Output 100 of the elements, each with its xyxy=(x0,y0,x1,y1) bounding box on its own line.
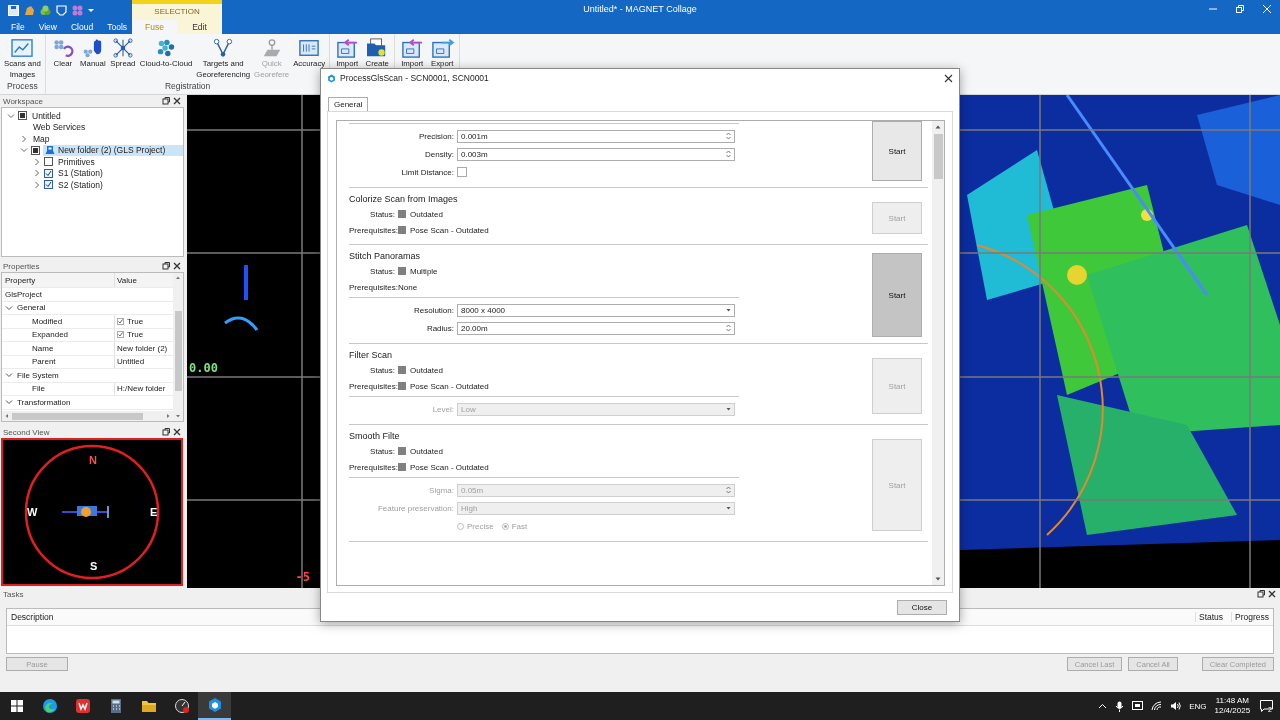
checkbox[interactable] xyxy=(18,111,27,121)
float-icon[interactable] xyxy=(1257,590,1265,598)
column-header: Property xyxy=(2,273,115,287)
checkbox[interactable] xyxy=(44,168,53,178)
property-value: Untitled xyxy=(117,357,145,367)
field-label: Prerequisites: xyxy=(349,381,398,391)
compass-label: E xyxy=(150,506,158,518)
float-icon[interactable] xyxy=(162,262,170,270)
radio-icon xyxy=(457,522,464,530)
field-label: Status: xyxy=(369,446,396,456)
float-icon[interactable] xyxy=(162,97,170,105)
start-button[interactable]: Start xyxy=(872,253,922,337)
tree-item[interactable]: S1 (Station) xyxy=(56,167,183,179)
menu-tab[interactable]: Tools xyxy=(100,20,135,34)
speaker-icon[interactable] xyxy=(1170,701,1182,711)
property-name: Expanded xyxy=(2,328,115,341)
property-name: File xyxy=(2,382,115,395)
checkbox[interactable] xyxy=(31,145,40,155)
message-icon xyxy=(1260,700,1274,712)
scroll-right-icon[interactable] xyxy=(165,413,171,419)
field-label: Prerequisites: xyxy=(349,282,398,292)
close-icon[interactable] xyxy=(1268,590,1276,598)
taskbar-app[interactable] xyxy=(198,692,231,720)
field-label: Prerequisites: xyxy=(349,462,398,472)
status-value: None xyxy=(398,282,418,292)
window-title: Untitled* - MAGNET Collage xyxy=(583,4,697,14)
dialog-tab[interactable]: General xyxy=(328,97,369,111)
caret-icon[interactable] xyxy=(726,308,731,312)
status-value: Multiple xyxy=(410,266,438,276)
checkbox[interactable] xyxy=(44,180,53,190)
category-label: File System xyxy=(17,370,59,380)
menu-tab[interactable]: Cloud xyxy=(64,20,101,34)
tree-item[interactable]: S2 (Station) xyxy=(56,179,183,191)
shape-icon[interactable] xyxy=(24,4,35,16)
clock-time[interactable]: 11:48 AM xyxy=(1215,696,1249,706)
scrollbar-thumb[interactable] xyxy=(12,412,143,420)
category-label: Transformation xyxy=(17,397,71,407)
status-value: Pose Scan - Outdated xyxy=(410,462,489,472)
scroll-up-icon[interactable] xyxy=(934,123,942,131)
column-header: Progress xyxy=(1231,612,1273,622)
tree-item[interactable]: Untitled xyxy=(30,110,183,122)
screen-icon[interactable] xyxy=(1132,701,1144,711)
scroll-down-icon[interactable] xyxy=(934,575,942,583)
scroll-up-icon[interactable] xyxy=(175,275,181,281)
spin-arrows-icon[interactable] xyxy=(726,150,731,158)
scrollbar-thumb[interactable] xyxy=(933,134,943,179)
ribbon-tab[interactable]: Edit xyxy=(177,20,222,34)
tree-item[interactable]: Map xyxy=(31,133,183,145)
checkbox[interactable] xyxy=(117,331,124,339)
close-icon[interactable] xyxy=(173,97,181,105)
windows-icon xyxy=(10,700,23,712)
checkbox[interactable] xyxy=(457,167,467,177)
status-value: Outdated xyxy=(410,209,443,219)
property-value: True xyxy=(127,330,144,340)
tree-item[interactable]: Web Services xyxy=(31,121,183,133)
chevron-up-icon[interactable] xyxy=(1098,701,1108,711)
start-button[interactable]: Start xyxy=(872,121,922,181)
close-icon[interactable] xyxy=(173,428,181,436)
cluster-icon[interactable] xyxy=(40,4,51,16)
compass-label: S xyxy=(90,560,98,572)
dialog-title: ProcessGlsScan - SCN0001, SCN0001 xyxy=(340,73,490,83)
status-value: Pose Scan - Outdated xyxy=(410,225,489,235)
tree-item[interactable]: New folder (2) (GLS Project) xyxy=(43,144,183,156)
scrollbar-thumb[interactable] xyxy=(174,311,182,391)
outline-icon[interactable] xyxy=(56,4,67,16)
menu-tab[interactable]: View xyxy=(31,20,64,34)
wifi-icon[interactable] xyxy=(1151,701,1163,711)
dropdown[interactable]: 8000 x 4000 xyxy=(457,303,735,317)
tree-item[interactable]: Primitives xyxy=(56,156,183,168)
spin-field[interactable]: 0.003m xyxy=(457,147,735,161)
checkbox[interactable] xyxy=(44,157,53,167)
language-indicator[interactable]: ENG xyxy=(1189,701,1207,711)
spin-arrows-icon[interactable] xyxy=(726,132,731,140)
save-icon[interactable] xyxy=(8,4,19,16)
property-name: Name xyxy=(2,342,115,355)
object-label: GlsProject xyxy=(4,289,42,299)
scroll-down-icon[interactable] xyxy=(175,413,181,419)
close-icon[interactable] xyxy=(944,73,953,83)
caret-icon[interactable] xyxy=(88,7,94,13)
scroll-left-icon[interactable] xyxy=(4,413,10,419)
float-icon[interactable] xyxy=(162,428,170,436)
export-icon xyxy=(429,38,456,58)
clock-date[interactable]: 12/4/2025 xyxy=(1214,706,1251,716)
compass-label: W xyxy=(27,506,38,518)
compass-label: N xyxy=(89,454,97,466)
close-button[interactable]: Close xyxy=(897,599,947,615)
restore-icon[interactable] xyxy=(1235,4,1245,14)
office-icon xyxy=(74,698,91,714)
field-label: Radius: xyxy=(425,323,455,333)
checkbox[interactable] xyxy=(117,317,124,325)
menu-tab[interactable]: File xyxy=(0,20,32,34)
spin-arrows-icon[interactable] xyxy=(726,324,731,332)
field-label: Density: xyxy=(424,149,455,159)
spin-field[interactable]: 0.001m xyxy=(457,129,735,143)
hexagon-icon xyxy=(327,73,336,83)
close-icon[interactable] xyxy=(173,262,181,270)
spin-field[interactable]: 20.00m xyxy=(457,321,735,335)
field-label: Precision: xyxy=(417,131,455,141)
microphone-icon[interactable] xyxy=(1115,700,1125,712)
section-title: Stitch Panoramas xyxy=(349,251,421,261)
